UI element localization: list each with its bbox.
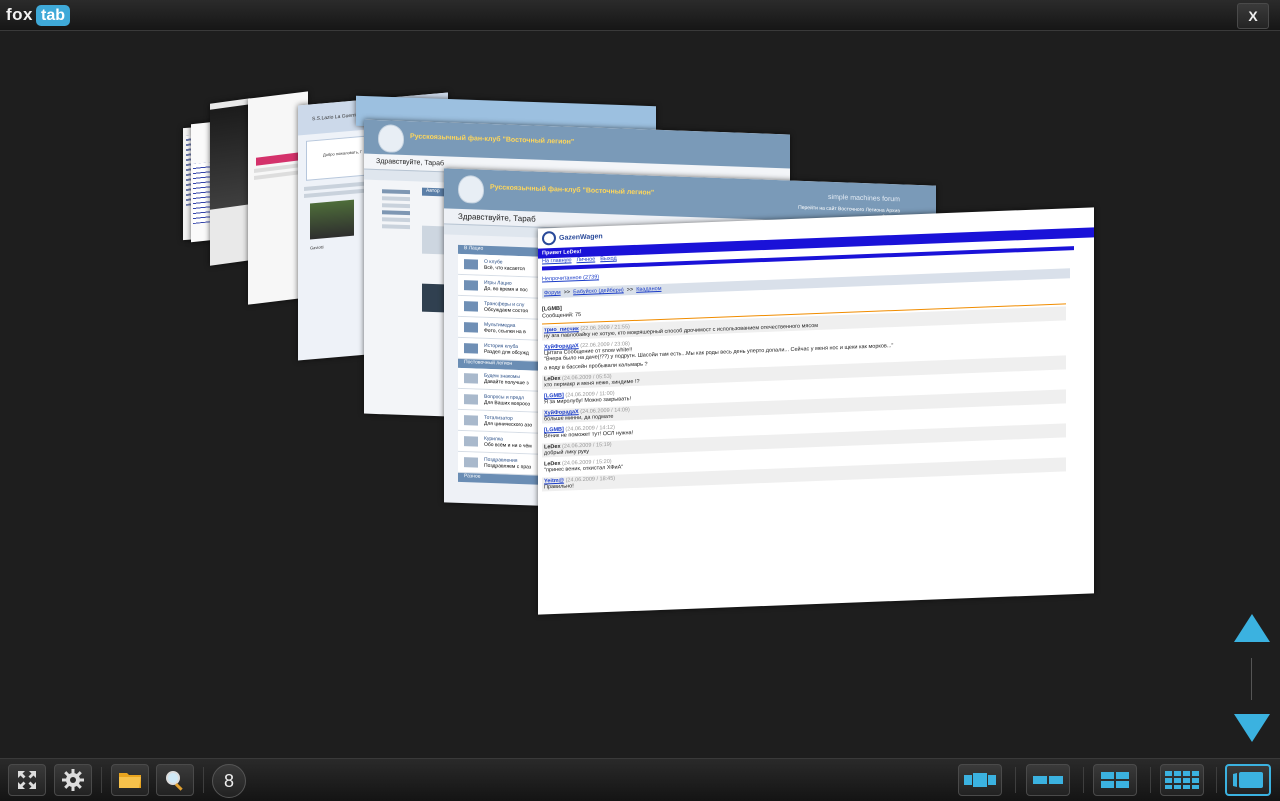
title-bar: fox tab X [0,0,1280,31]
topic-desc: Поздравляем с праз [484,462,532,471]
settings-button[interactable] [54,764,92,796]
nav-link-home[interactable]: На главную [542,257,572,266]
dense-grid-view-icon [1165,771,1199,789]
logo-text: fox [6,5,33,24]
foxtab-logo: fox tab [6,4,70,26]
board-icon [464,301,478,312]
scroll-up-arrow-icon[interactable] [1234,614,1270,642]
board-icon [464,343,478,354]
nav-link-logout[interactable]: Выход [600,256,616,265]
folder-icon [119,773,141,788]
topic-desc: Раздел для обсужд [484,348,529,357]
topic-desc: До, во время и пос [484,285,528,294]
scroll-down-arrow-icon[interactable] [1234,714,1270,742]
topic-desc: Всё, что касается [484,264,525,273]
site-logo: GazenWagen [559,232,603,242]
gazenwagen-logo-icon [542,230,556,246]
grid-view-icon [1101,772,1129,788]
logo-badge: tab [36,4,70,26]
topic-desc: Для цинического азо [484,420,533,429]
board-icon [464,280,478,291]
fullscreen-button[interactable] [8,764,46,796]
folder-button[interactable] [111,764,149,796]
toolbar-separator [1015,767,1016,793]
search-icon [166,771,183,791]
tab-page-caption: Добро пожаловать, Г [323,148,363,158]
toolbar-separator [1216,767,1217,793]
topic-desc: Давайте получше з [484,378,529,387]
carousel-view-button[interactable] [958,764,1002,796]
tab-thumbnail[interactable] [210,98,250,266]
nav-link-personal[interactable]: Личное [577,256,596,265]
tab-count-badge: 8 [212,764,246,798]
smf-brand: simple machines forum [828,193,900,204]
toolbar-separator [1083,767,1084,793]
tab-page-title: S.S.Lazio La Guerriga [312,112,362,123]
lazio-eagle-emblem [458,174,484,204]
lazio-eagle-emblem [378,124,404,153]
toolbar-separator [1150,767,1151,793]
board-icon [464,457,478,468]
topic-desc: Обсуждаем состоя [484,306,528,315]
scroll-track [1251,658,1252,700]
board-icon [464,373,478,384]
two-column-view-button[interactable] [1026,764,1070,796]
topic-desc: Для Ваших вопросо [484,399,531,408]
close-button[interactable]: X [1237,3,1269,29]
gear-icon [62,769,84,791]
board-icon [464,259,478,270]
active-tab-thumbnail[interactable]: GazenWagen Привет LeDex! На главную Личн… [538,207,1094,615]
board-icon [464,322,478,333]
board-icon [464,415,478,426]
dense-grid-view-button[interactable] [1160,764,1204,796]
grid-view-button[interactable] [1093,764,1137,796]
topic-desc: Обо всём и ни о чём [484,441,532,450]
carousel-view-icon [964,773,996,787]
tab-carousel[interactable]: S.S.Lazio La Guerriga Добро пожаловать, … [0,31,1280,758]
fullscreen-icon [18,771,36,789]
wall-view-button[interactable] [1225,764,1271,796]
toolbar-separator [101,767,102,793]
toolbar-separator [203,767,204,793]
wall-view-icon [1233,772,1263,788]
topic-desc: Фото, ссылки на в [484,327,526,336]
board-icon [464,436,478,447]
board-icon [464,394,478,405]
menu-list [376,186,416,311]
two-column-view-icon [1033,776,1063,784]
search-button[interactable] [156,764,194,796]
bottom-toolbar: 8 [0,758,1280,801]
